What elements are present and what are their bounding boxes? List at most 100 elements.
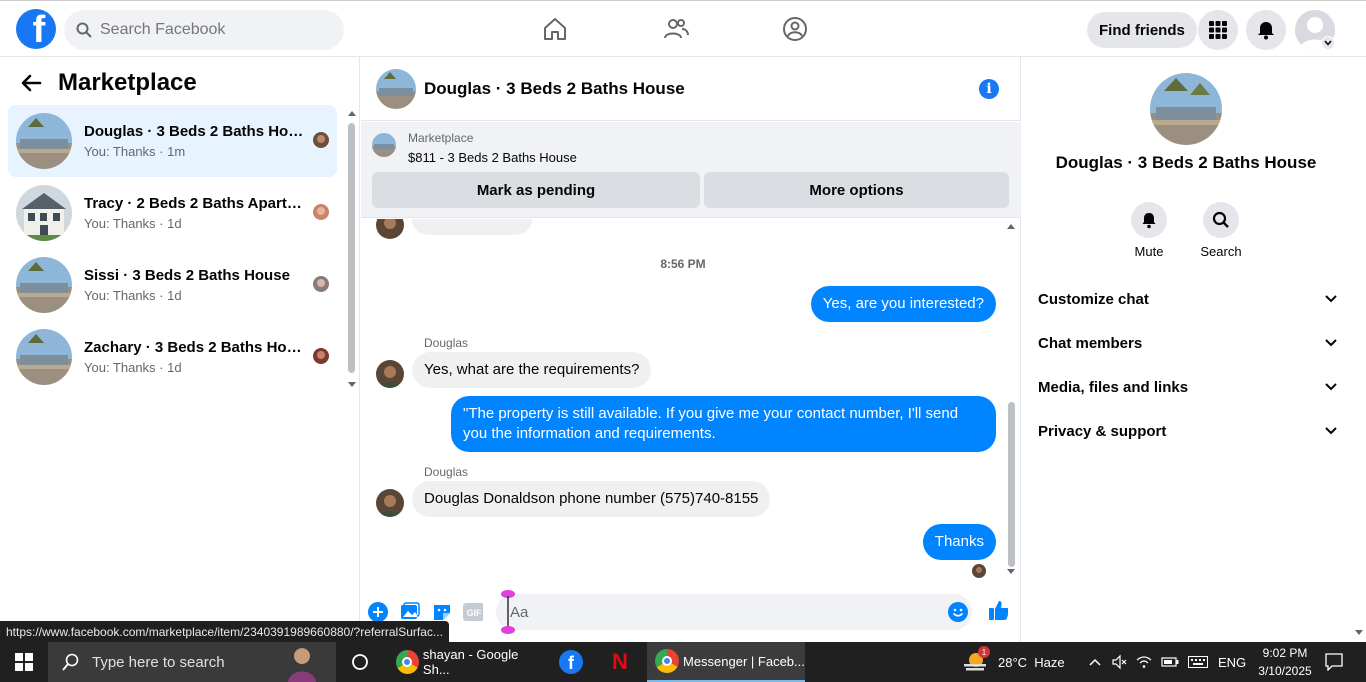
search-action[interactable]: Search bbox=[1191, 202, 1251, 259]
info-icon[interactable]: i bbox=[979, 79, 999, 99]
volume-muted-icon[interactable] bbox=[1111, 654, 1127, 670]
taskbar-app-label: shayan - Google Sh... bbox=[422, 647, 519, 677]
language-indicator[interactable]: ENG bbox=[1218, 642, 1246, 682]
language-label: ENG bbox=[1218, 654, 1247, 670]
listing-price-title[interactable]: $811 - 3 Beds 2 Baths House bbox=[408, 150, 577, 165]
gif-icon[interactable]: GIF bbox=[463, 602, 483, 622]
taskbar-app-facebook[interactable]: f bbox=[551, 642, 591, 682]
taskbar-search-placeholder: Type here to search bbox=[92, 653, 225, 671]
chat-header: Douglas · 3 Beds 2 Baths House i bbox=[361, 57, 1021, 121]
conversation-info-panel: Douglas · 3 Beds 2 Baths House Mute Sear… bbox=[1022, 57, 1352, 642]
conversation-list-scrollbar[interactable] bbox=[347, 109, 356, 389]
participant-avatar bbox=[313, 348, 329, 364]
chat-scrollbar[interactable] bbox=[1006, 222, 1016, 577]
find-friends-button[interactable]: Find friends bbox=[1087, 12, 1197, 48]
keyboard-icon[interactable] bbox=[1188, 656, 1208, 668]
groups-icon[interactable] bbox=[781, 15, 809, 43]
system-tray bbox=[1088, 642, 1208, 682]
conversation-item[interactable]: Douglas · 3 Beds 2 Baths House You: Than… bbox=[8, 105, 337, 177]
conversation-preview: You: Thanks · 1d bbox=[84, 216, 182, 231]
search-highlight-illustration bbox=[288, 648, 316, 682]
sender-name: Douglas bbox=[424, 465, 469, 479]
message-bubble-incoming: Yes, what are the requirements? bbox=[412, 352, 652, 388]
taskbar-search-box[interactable]: Type here to search bbox=[48, 642, 336, 682]
netflix-icon: N bbox=[612, 649, 628, 674]
conversation-avatar-large[interactable] bbox=[1150, 73, 1222, 145]
section-label: Privacy & support bbox=[1038, 422, 1167, 440]
weather-widget[interactable]: 1 28°C Haze bbox=[962, 642, 1065, 682]
conversation-preview: You: Thanks · 1m bbox=[84, 144, 186, 159]
conversation-preview: You: Thanks · 1d bbox=[84, 288, 182, 303]
clock-date: 3/10/2025 bbox=[1258, 664, 1312, 678]
conversation-item[interactable]: Sissi · 3 Beds 2 Baths House You: Thanks… bbox=[8, 249, 337, 321]
conversation-preview: You: Thanks · 1d bbox=[84, 360, 182, 375]
facebook-icon: f bbox=[559, 650, 583, 674]
taskbar-app-sheets[interactable]: shayan - Google Sh... bbox=[388, 642, 543, 682]
mute-action[interactable]: Mute bbox=[1119, 202, 1179, 259]
bell-icon[interactable] bbox=[1131, 202, 1167, 238]
marketplace-header: Marketplace bbox=[20, 69, 197, 97]
page-scrollbar[interactable] bbox=[1352, 57, 1366, 642]
message-thread: 8:56 PM Yes, are you interested? Douglas… bbox=[361, 219, 1021, 582]
image-icon[interactable] bbox=[400, 602, 420, 622]
scrollbar-thumb[interactable] bbox=[348, 123, 355, 373]
conversation-item[interactable]: Tracy · 2 Beds 2 Baths Apartm... You: Th… bbox=[8, 177, 337, 249]
search-icon bbox=[62, 653, 79, 671]
scrollbar-thumb[interactable] bbox=[1008, 402, 1015, 567]
facebook-logo-letter: f bbox=[32, 9, 46, 49]
participant-avatar bbox=[313, 132, 329, 148]
sender-avatar[interactable] bbox=[376, 489, 404, 517]
search-icon bbox=[76, 22, 92, 38]
conversation-item[interactable]: Zachary · 3 Beds 2 Baths House You: Than… bbox=[8, 321, 337, 393]
chevron-down-icon bbox=[1325, 383, 1337, 391]
read-receipt-avatar bbox=[972, 564, 986, 578]
chat-members-section[interactable]: Chat members bbox=[1038, 323, 1338, 363]
menu-grid-icon[interactable] bbox=[1198, 10, 1238, 50]
task-view-icon[interactable] bbox=[340, 642, 380, 682]
thumbs-up-icon[interactable] bbox=[988, 600, 1008, 620]
windows-start-icon[interactable] bbox=[0, 642, 48, 682]
chevron-up-icon[interactable] bbox=[1088, 657, 1102, 667]
participant-avatar bbox=[313, 276, 329, 292]
clock-time: 9:02 PM bbox=[1262, 646, 1308, 660]
facebook-search-input[interactable] bbox=[100, 21, 320, 39]
more-options-button[interactable]: More options bbox=[704, 172, 1009, 208]
weather-text: 28°C Haze bbox=[998, 654, 1065, 670]
mark-as-pending-button[interactable]: Mark as pending bbox=[372, 172, 700, 208]
notification-center-icon[interactable] bbox=[1322, 642, 1346, 682]
windows-taskbar: Type here to search shayan - Google Sh..… bbox=[0, 642, 1366, 682]
notifications-bell-icon[interactable] bbox=[1246, 10, 1286, 50]
chrome-icon bbox=[396, 650, 419, 674]
house-thumbnail bbox=[16, 113, 72, 169]
chat-title[interactable]: Douglas · 3 Beds 2 Baths House bbox=[424, 79, 685, 99]
home-icon[interactable] bbox=[541, 15, 569, 43]
chevron-down-icon[interactable] bbox=[1321, 36, 1335, 50]
message-composer: GIF Aa bbox=[361, 590, 1021, 634]
privacy-support-section[interactable]: Privacy & support bbox=[1038, 411, 1338, 451]
facebook-logo[interactable]: f bbox=[16, 9, 56, 49]
friends-icon[interactable] bbox=[662, 15, 690, 43]
house-thumbnail bbox=[16, 257, 72, 313]
chat-avatar[interactable] bbox=[376, 68, 416, 109]
taskbar-app-netflix[interactable]: N bbox=[600, 642, 640, 682]
search-icon[interactable] bbox=[1203, 202, 1239, 238]
mute-label: Mute bbox=[1134, 244, 1164, 259]
emoji-icon[interactable] bbox=[948, 602, 968, 622]
plus-icon[interactable] bbox=[368, 602, 388, 622]
conversation-title: Sissi · 3 Beds 2 Baths House bbox=[84, 267, 290, 284]
media-files-links-section[interactable]: Media, files and links bbox=[1038, 367, 1338, 407]
taskbar-clock[interactable]: 9:02 PM 3/10/2025 bbox=[1252, 644, 1318, 680]
taskbar-app-messenger[interactable]: Messenger | Faceb... bbox=[647, 642, 805, 682]
battery-icon[interactable] bbox=[1161, 656, 1179, 668]
customize-chat-section[interactable]: Customize chat bbox=[1038, 279, 1338, 319]
sender-avatar[interactable] bbox=[376, 360, 404, 388]
back-arrow-icon[interactable] bbox=[20, 72, 42, 94]
listing-thumbnail bbox=[372, 133, 396, 157]
message-input[interactable]: Aa bbox=[496, 594, 972, 630]
facebook-search-box[interactable] bbox=[64, 10, 344, 50]
sticker-icon[interactable] bbox=[432, 602, 452, 622]
message-timestamp: 8:56 PM bbox=[660, 257, 706, 271]
wifi-icon[interactable] bbox=[1136, 655, 1152, 669]
weather-haze-icon: 1 bbox=[962, 646, 990, 675]
message-bubble-incoming: Douglas Donaldson phone number (575)740-… bbox=[412, 481, 771, 517]
